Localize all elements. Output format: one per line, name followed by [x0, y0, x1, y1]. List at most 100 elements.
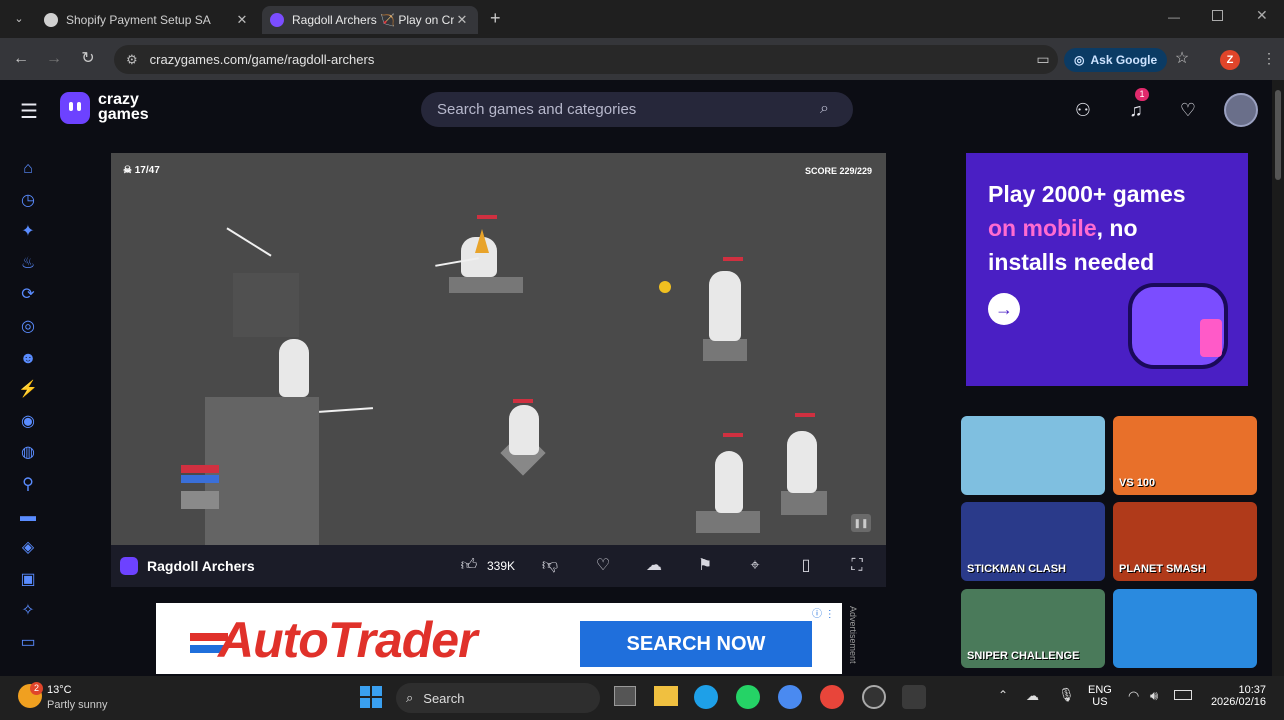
windows-start-icon[interactable] — [360, 686, 382, 708]
enemy-platform — [449, 277, 523, 293]
report-icon[interactable]: ⚑ — [694, 555, 716, 577]
weather-condition: Partly sunny — [47, 699, 108, 711]
search-input[interactable]: Search games and categories — [421, 92, 853, 127]
game-thumbnail[interactable]: PLANET SMASH — [1113, 502, 1257, 581]
thumbnail-label: PLANET SMASH — [1119, 563, 1206, 575]
address-bar[interactable]: ⚙ crazygames.com/game/ragdoll-archers — [114, 45, 1058, 74]
mobile-promo-card[interactable]: Play 2000+ games on mobile, no installs … — [966, 153, 1248, 386]
profile-avatar[interactable]: Z — [1220, 50, 1240, 70]
search-icon[interactable]: ⌕ — [820, 100, 829, 118]
clicker-icon[interactable]: ◈ — [18, 538, 38, 558]
page-scrollbar[interactable] — [1272, 80, 1284, 676]
favorites-heart-icon[interactable]: ♡ — [1176, 98, 1200, 122]
game-canvas[interactable]: ☠ 17/47 SCORE 229/229 ❚❚ — [111, 153, 886, 545]
stickman-icon[interactable]: ⚲ — [18, 475, 38, 495]
tab-ragdoll-archers[interactable]: Ragdoll Archers 🏹 Play on CrazyGames ✕ — [262, 6, 478, 34]
app-icon[interactable] — [862, 685, 886, 709]
taskbar-search-label: Search — [423, 690, 465, 706]
originals-icon[interactable]: ◎ — [18, 317, 38, 337]
window-close-icon[interactable]: ✕ — [1256, 7, 1268, 24]
notifications-bell-icon[interactable]: ♫ — [1124, 98, 1148, 122]
car-icon[interactable]: ▬ — [18, 507, 38, 527]
reload-icon[interactable]: ↻ — [77, 48, 99, 70]
ad-choices-icon[interactable]: ⓘ ⋮ — [812, 605, 835, 620]
close-tab-icon[interactable]: ✕ — [234, 12, 250, 28]
game-thumbnail[interactable] — [961, 416, 1105, 495]
minimize-icon[interactable]: — — [1168, 10, 1180, 24]
recent-icon[interactable]: ◷ — [18, 191, 38, 211]
tab-shopify[interactable]: Shopify Payment Setup SA ✕ — [36, 6, 258, 34]
home-icon[interactable]: ⌂ — [18, 159, 38, 179]
ask-google-button[interactable]: ◎ Ask Google — [1064, 48, 1168, 72]
new-tab-button[interactable]: + — [490, 8, 501, 29]
game-thumbnail[interactable] — [1113, 589, 1257, 668]
tray-overflow-icon[interactable]: ⌃ — [998, 688, 1008, 702]
like-count: 339K — [487, 559, 516, 573]
pause-icon[interactable]: ❚❚ — [851, 514, 871, 532]
site-logo[interactable]: crazy games — [98, 92, 149, 123]
thumbnail-label: VS 100 — [1119, 477, 1156, 489]
enemy-health-bar — [477, 215, 497, 219]
game-thumbnail[interactable]: STICKMAN CLASH — [961, 502, 1105, 581]
weather-temp: 13°C — [47, 684, 72, 696]
chrome-icon[interactable] — [778, 685, 802, 709]
close-tab-icon[interactable]: ✕ — [454, 12, 470, 28]
user-avatar[interactable] — [1224, 93, 1258, 127]
back-icon[interactable]: ← — [10, 48, 32, 70]
new-icon[interactable]: ✦ — [18, 222, 38, 242]
tab-search-chevron-icon[interactable]: ⌄ — [8, 8, 30, 30]
chrome-profile-icon[interactable] — [820, 685, 844, 709]
wifi-icon[interactable]: ◠ — [1128, 688, 1139, 704]
maximize-icon[interactable] — [1212, 10, 1223, 21]
ad-cta-button[interactable]: SEARCH NOW — [580, 621, 812, 667]
ad-banner[interactable]: AutoTrader SEARCH NOW ⓘ ⋮ — [156, 603, 842, 674]
shooting-icon[interactable]: ✧ — [18, 601, 38, 621]
adventure-icon[interactable]: ◉ — [18, 412, 38, 432]
lens-icon: ◎ — [1074, 53, 1085, 67]
favorite-heart-icon[interactable]: ♡ — [592, 555, 614, 577]
clock[interactable]: 10:37 2026/02/16 — [1210, 684, 1266, 708]
cloud-save-icon[interactable]: ☁ — [643, 555, 665, 577]
bookmark-star-icon[interactable]: ☆ — [1171, 48, 1193, 70]
tray-mic-icon[interactable]: 🎙︎ — [1058, 687, 1075, 703]
cast-icon[interactable]: ▭ — [1032, 48, 1054, 70]
menu-toggle-icon[interactable]: ☰ — [20, 99, 38, 124]
site-info-icon[interactable]: ⚙ — [126, 52, 138, 68]
friends-icon[interactable]: ⚇ — [1071, 98, 1095, 122]
mobile-icon[interactable]: ▯ — [795, 555, 817, 577]
dislike-thumb-down-icon[interactable]: 👎︎ — [539, 555, 561, 577]
basketball-icon[interactable]: ◍ — [18, 443, 38, 463]
scrollbar-thumb[interactable] — [1275, 90, 1281, 180]
trending-icon[interactable]: ♨ — [18, 254, 38, 274]
like-thumb-up-icon[interactable]: 👍︎ — [458, 555, 480, 577]
crazygames-logo-icon[interactable] — [60, 92, 90, 124]
language-indicator[interactable]: ENG US — [1088, 684, 1112, 708]
taskbar-search[interactable]: ⌕ Search — [396, 683, 600, 713]
game-thumbnail[interactable]: VS 100 — [1113, 416, 1257, 495]
menu-kebab-icon[interactable]: ⋮ — [1262, 50, 1276, 67]
tray-cloud-icon[interactable]: ☁ — [1026, 688, 1039, 704]
controller-icon[interactable]: ▣ — [18, 570, 38, 590]
embed-icon[interactable]: ⌖ — [744, 555, 766, 577]
battery-icon[interactable] — [1174, 690, 1192, 700]
bonus-coin-icon — [659, 281, 671, 293]
action-icon[interactable]: ⚡ — [18, 380, 38, 400]
app-icon[interactable] — [902, 685, 926, 709]
hud-skull-counter: ☠ 17/47 — [123, 165, 160, 176]
task-view-icon[interactable] — [614, 686, 636, 706]
enemy-health-bar — [795, 413, 815, 417]
volume-icon[interactable]: 🔊︎ — [1150, 688, 1158, 704]
game-thumbnail[interactable]: SNIPER CHALLENGE — [961, 589, 1105, 668]
logo-text-bottom: games — [98, 106, 149, 123]
forward-icon[interactable]: → — [43, 48, 65, 70]
updated-icon[interactable]: ⟳ — [18, 285, 38, 305]
gamepad-icon[interactable]: ▭ — [18, 633, 38, 653]
edge-icon[interactable] — [694, 685, 718, 709]
browser-tab-bar: ⌄ Shopify Payment Setup SA ✕ Ragdoll Arc… — [0, 0, 1284, 38]
promo-arrow-icon[interactable]: → — [988, 293, 1020, 325]
enemy-platform — [703, 339, 747, 361]
multiplayer-icon[interactable]: ☻ — [18, 349, 38, 369]
fullscreen-icon[interactable]: ⛶ — [846, 555, 868, 577]
file-explorer-icon[interactable] — [654, 686, 678, 706]
whatsapp-icon[interactable] — [736, 685, 760, 709]
